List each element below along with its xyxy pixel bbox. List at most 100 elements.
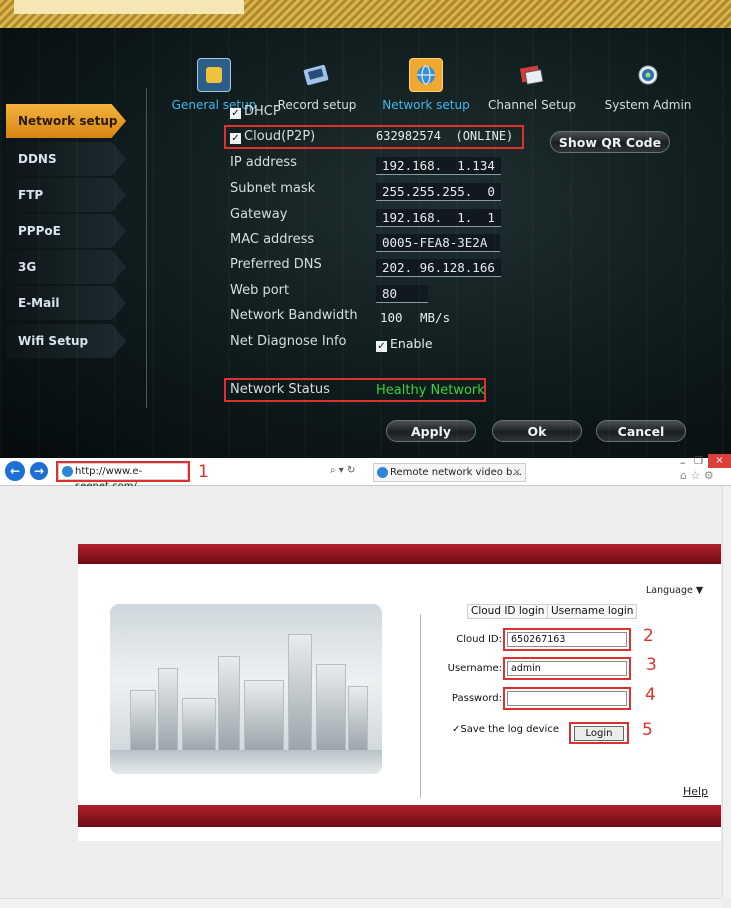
mac-address-input[interactable]: 0005-FEA8-3E2A xyxy=(376,234,500,252)
save-device-label: Save the log device xyxy=(460,724,559,735)
password-label: Password: xyxy=(451,693,502,704)
tab-label: Channel Setup xyxy=(487,98,576,112)
sidebar-item-label: E-Mail xyxy=(18,296,60,310)
channel-icon xyxy=(515,58,549,92)
cloud-p2p-checkbox[interactable]: ✓ Cloud(P2P) xyxy=(230,129,315,144)
tab-username-login[interactable]: Username login xyxy=(547,604,638,619)
sidebar-item-label: 3G xyxy=(18,260,37,274)
save-device-checkbox[interactable]: ✓Save the log device xyxy=(452,724,559,735)
restore-icon[interactable]: ❐ xyxy=(694,456,703,467)
cloud-label: Cloud(P2P) xyxy=(244,129,316,144)
network-status-value: Healthy Network xyxy=(376,383,485,398)
horizontal-scrollbar[interactable] xyxy=(0,898,722,908)
sidebar-item-email[interactable]: E-Mail xyxy=(6,286,126,320)
tab-label: System Admin xyxy=(604,98,692,112)
password-highlight-box xyxy=(503,687,631,710)
cloud-highlight-box xyxy=(224,125,524,149)
tab-label: Network setup xyxy=(382,98,470,112)
address-highlight-box xyxy=(56,461,190,482)
sidebar-item-label: PPPoE xyxy=(18,224,61,238)
cloud-id-status: 632982574 (ONLINE) xyxy=(376,129,514,143)
annotation-5: 5 xyxy=(642,720,653,740)
network-status-label: Network Status xyxy=(230,382,330,397)
subnet-mask-input[interactable]: 255.255.255. 0 xyxy=(376,183,501,201)
ip-address-input[interactable]: 192.168. 1.134 xyxy=(376,157,501,175)
status-highlight-box xyxy=(224,378,486,402)
sidebar-item-ddns[interactable]: DDNS xyxy=(6,142,126,176)
username-label: Username: xyxy=(447,663,502,674)
ie-icon xyxy=(377,467,388,478)
field-label: IP address xyxy=(230,155,297,170)
tab-cloud-id-login[interactable]: Cloud ID login xyxy=(467,604,549,619)
home-star-gear-icon[interactable]: ⌂ ☆ ⚙ xyxy=(680,469,714,482)
header-band xyxy=(78,544,721,564)
field-label: Network Bandwidth xyxy=(230,308,358,323)
close-window-icon[interactable]: × xyxy=(708,454,731,468)
close-tab-icon[interactable]: × xyxy=(513,464,521,481)
record-icon xyxy=(300,58,334,92)
vertical-scrollbar[interactable] xyxy=(722,486,731,898)
admin-icon xyxy=(631,58,665,92)
field-label: MAC address xyxy=(230,232,315,247)
help-link[interactable]: Help xyxy=(683,785,708,798)
search-icon[interactable]: ⌕ ▾ ↻ xyxy=(330,465,355,476)
field-label: Net Diagnose Info xyxy=(230,334,347,349)
city-skyline-image xyxy=(110,604,382,774)
web-port-input[interactable]: 80 xyxy=(376,285,428,303)
username-highlight-box xyxy=(503,657,631,680)
sidebar-item-pppoe[interactable]: PPPoE xyxy=(6,214,126,248)
sidebar-item-ftp[interactable]: FTP xyxy=(6,178,126,212)
divider xyxy=(146,88,147,408)
annotation-3: 3 xyxy=(646,655,657,675)
minimize-icon[interactable]: – xyxy=(680,456,686,469)
field-label: Web port xyxy=(230,283,290,298)
apply-button[interactable]: Apply xyxy=(386,420,476,442)
field-label: Preferred DNS xyxy=(230,257,322,272)
sidebar-item-label: Network setup xyxy=(18,114,118,128)
annotation-4: 4 xyxy=(645,685,656,705)
sidebar-item-label: Wifi Setup xyxy=(18,334,89,348)
tab-label: Record setup xyxy=(277,98,357,112)
language-dropdown[interactable]: Language ▼ xyxy=(646,585,703,596)
sidebar-item-label: DDNS xyxy=(18,152,57,166)
checkmark-icon: ✓ xyxy=(376,341,387,352)
tab-title: Remote network video b... xyxy=(390,467,522,478)
tab-network-setup[interactable]: Network setup xyxy=(366,58,486,112)
cloud-id-label: Cloud ID: xyxy=(456,634,502,645)
sidebar-item-3g[interactable]: 3G xyxy=(6,250,126,284)
checkmark-icon: ✓ xyxy=(230,108,241,119)
gateway-input[interactable]: 192.168. 1. 1 xyxy=(376,209,501,227)
tab-channel-setup[interactable]: Channel Setup xyxy=(472,58,592,112)
browser-toolbar: ← → http://www.e-seenet.com/ 1 ⌕ ▾ ↻ Rem… xyxy=(0,454,731,492)
ok-button[interactable]: Ok xyxy=(492,420,582,442)
forward-arrow-icon[interactable]: → xyxy=(30,462,48,480)
cloud-id-highlight-box xyxy=(503,628,631,651)
bandwidth-unit: MB/s xyxy=(420,310,451,325)
sidebar-item-label: FTP xyxy=(18,188,44,202)
browser-tab[interactable]: Remote network video b... × xyxy=(373,463,526,482)
cancel-button[interactable]: Cancel xyxy=(596,420,686,442)
gear-icon xyxy=(197,58,231,92)
tab-general-setup[interactable]: General setup xyxy=(154,58,274,112)
diagnose-enable-checkbox[interactable]: ✓ Enable xyxy=(376,336,433,352)
sidebar-item-network-setup[interactable]: Network setup xyxy=(6,104,126,138)
dvr-settings-panel: General setup Record setup Network setup… xyxy=(0,0,731,458)
divider xyxy=(420,614,421,798)
preferred-dns-input[interactable]: 202. 96.128.166 xyxy=(376,259,501,277)
login-highlight-box xyxy=(569,722,629,744)
dvr-body: General setup Record setup Network setup… xyxy=(0,28,731,458)
back-arrow-icon[interactable]: ← xyxy=(5,461,25,481)
sidebar-item-wifi-setup[interactable]: Wifi Setup xyxy=(6,324,126,358)
tab-label: General setup xyxy=(171,98,257,112)
bandwidth-value: 100 xyxy=(380,310,403,325)
show-qr-code-button[interactable]: Show QR Code xyxy=(550,131,670,153)
diagnose-enable-label: Enable xyxy=(390,336,433,351)
annotation-1: 1 xyxy=(198,462,209,482)
checkmark-icon: ✓ xyxy=(230,133,241,144)
tab-record-setup[interactable]: Record setup xyxy=(257,58,377,112)
footer-band xyxy=(78,805,721,827)
field-label: Gateway xyxy=(230,207,288,222)
dhcp-checkbox[interactable]: ✓ DHCP xyxy=(230,104,281,119)
globe-icon xyxy=(409,58,443,92)
tab-system-admin[interactable]: System Admin xyxy=(588,58,708,112)
